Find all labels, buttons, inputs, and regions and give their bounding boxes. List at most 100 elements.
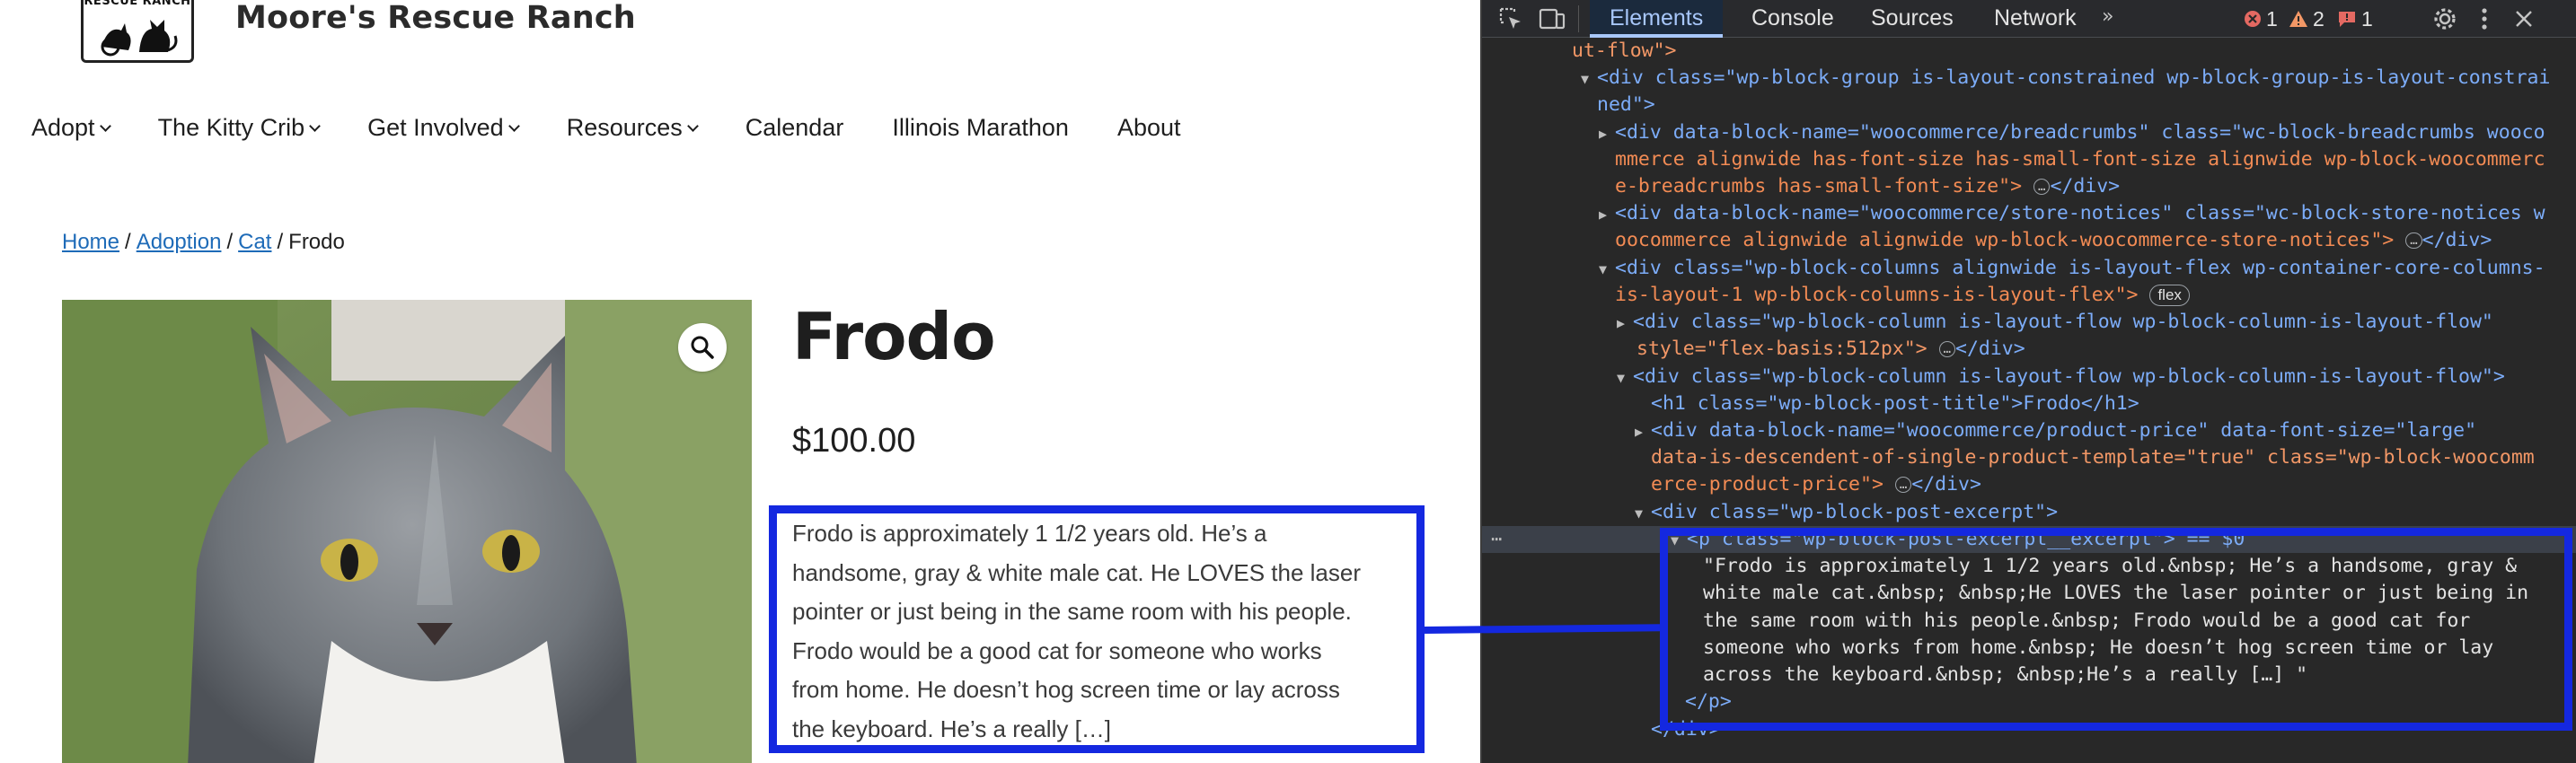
error-count: 1 (2266, 6, 2278, 31)
dom-line[interactable]: erce-product-price"> … </div> (1651, 471, 1981, 498)
dom-line[interactable]: ned"> (1597, 92, 1655, 118)
dom-line[interactable]: data-is-descendent-of-single-product-tem… (1651, 444, 2535, 471)
inspect-element-icon[interactable] (1495, 3, 1527, 35)
dom-line-text: <div class="wp-block-group is-layout-con… (1597, 66, 2551, 89)
devtools-toolbar: Elements Console Sources Network » 1 2 1 (1482, 0, 2576, 38)
dom-line[interactable]: is-layout-1 wp-block-columns-is-layout-f… (1615, 282, 2190, 309)
dom-line-text: <div class="wp-block-post-excerpt"> (1651, 501, 2059, 523)
dom-line-text: mmerce alignwide has-font-size has-small… (1615, 148, 2545, 171)
more-tabs-chevron-icon[interactable]: » (2102, 5, 2113, 28)
tab-console[interactable]: Console (1751, 0, 1834, 38)
tab-elements[interactable]: Elements (1590, 0, 1724, 38)
dom-line[interactable]: <h1 class="wp-block-post-title">Frodo</h… (1651, 390, 2139, 417)
dom-line[interactable]: style="flex-basis:512px"> … </div> (1636, 336, 2025, 363)
collapsed-children-badge[interactable]: … (1894, 477, 1912, 493)
magnifier-icon (691, 336, 714, 359)
nav-item-kitty-crib[interactable]: The Kitty Crib (157, 113, 321, 142)
warning-count: 2 (2313, 6, 2325, 31)
issues-icon (2337, 10, 2357, 28)
nav-item-resources[interactable]: Resources (566, 113, 699, 142)
nav-label: Get Involved (367, 113, 504, 141)
nav-item-adopt[interactable]: Adopt (31, 113, 111, 142)
expand-triangle-icon[interactable]: ▶ (1635, 418, 1651, 445)
site-logo[interactable]: RESCUE RANCH (81, 0, 194, 63)
chevron-down-icon (686, 119, 699, 132)
breadcrumb-separator: / (277, 230, 284, 254)
collapse-triangle-icon[interactable]: ▼ (1635, 500, 1651, 527)
nav-item-illinois-marathon[interactable]: Illinois Marathon (892, 114, 1069, 142)
settings-gear-icon[interactable] (2429, 3, 2461, 35)
collapsed-children-badge[interactable]: … (2033, 179, 2051, 195)
expand-triangle-icon[interactable]: ▶ (1617, 310, 1633, 337)
dom-line-text: is-layout-1 wp-block-columns-is-layout-f… (1615, 284, 2139, 306)
collapse-triangle-icon[interactable]: ▼ (1581, 66, 1597, 92)
collapse-triangle-icon[interactable]: ▼ (1617, 364, 1633, 391)
dom-line-text: <div class="wp-block-columns alignwide i… (1615, 257, 2545, 279)
warning-count-badge[interactable]: 2 (2289, 0, 2325, 38)
dom-line-text: <div data-block-name="woocommerce/breadc… (1615, 121, 2545, 144)
dom-line-text: erce-product-price"> (1651, 473, 1883, 496)
tab-network[interactable]: Network (1994, 0, 2077, 38)
site-title[interactable]: Moore's Rescue Ranch (235, 0, 636, 36)
dom-line[interactable]: mmerce alignwide has-font-size has-small… (1615, 146, 2545, 173)
product-image-cat[interactable] (62, 300, 752, 763)
dom-line[interactable]: ▼ <div class="wp-block-column is-layout-f… (1617, 364, 2505, 390)
row-actions-ellipsis-icon[interactable]: ⋯ (1491, 525, 1502, 552)
tab-sources[interactable]: Sources (1871, 0, 1954, 38)
dom-line[interactable]: e-breadcrumbs has-small-font-size"> … </d… (1615, 173, 2120, 200)
more-options-kebab-icon[interactable] (2468, 3, 2501, 35)
chevron-down-icon (309, 119, 321, 132)
dom-line-text: e-breadcrumbs has-small-font-size"> (1615, 175, 2023, 197)
product-title: Frodo (792, 299, 996, 374)
dom-line[interactable]: ▼ <div class="wp-block-post-excerpt"> (1635, 499, 2058, 526)
zoom-button[interactable] (678, 323, 727, 372)
product-price: $100.00 (792, 422, 916, 460)
dom-line[interactable]: oocommerce alignwide alignwide wp-block-… (1615, 227, 2492, 254)
nav-item-get-involved[interactable]: Get Involved (367, 113, 520, 142)
issues-count-badge[interactable]: 1 (2337, 0, 2373, 38)
breadcrumb-link-cat[interactable]: Cat (238, 230, 271, 254)
error-icon (2244, 10, 2262, 28)
cat-photo-illustration (62, 300, 752, 763)
close-devtools-icon[interactable] (2508, 3, 2540, 35)
dom-line[interactable]: ut-flow"> (1572, 38, 1677, 65)
warning-icon (2289, 10, 2308, 28)
dom-line[interactable]: ▶ <div data-block-name="woocommerce/bread… (1599, 119, 2545, 146)
dom-line[interactable]: ▼ <div class="wp-block-columns alignwide … (1599, 255, 2545, 282)
nav-label: Adopt (31, 113, 95, 141)
breadcrumb-link-home[interactable]: Home (62, 230, 119, 254)
error-count-badge[interactable]: 1 (2244, 0, 2278, 38)
expand-triangle-icon[interactable]: ▶ (1599, 120, 1615, 147)
highlight-box-dom-node (1660, 528, 2572, 731)
dom-line[interactable]: ▶ <div class="wp-block-column is-layout-f… (1617, 309, 2493, 336)
dom-line-text: style="flex-basis:512px"> (1636, 338, 1928, 360)
logo-text: RESCUE RANCH (84, 0, 191, 8)
highlight-box-excerpt (769, 505, 1425, 753)
breadcrumb-link-adoption[interactable]: Adoption (137, 230, 222, 254)
toolbar-divider (1578, 5, 1579, 32)
dom-line-text: oocommerce alignwide alignwide wp-block-… (1615, 229, 2395, 251)
dom-line[interactable]: ▶ <div data-block-name="woocommerce/store… (1599, 200, 2545, 227)
collapse-triangle-icon[interactable]: ▼ (1599, 256, 1615, 283)
device-toolbar-icon[interactable] (1536, 3, 1568, 35)
collapsed-children-badge[interactable]: … (1938, 341, 1955, 357)
breadcrumb-current: Frodo (288, 230, 345, 254)
nav-label: The Kitty Crib (157, 113, 305, 141)
nav-label: Resources (566, 113, 683, 141)
breadcrumb-separator: / (226, 230, 234, 254)
collapsed-children-badge[interactable]: … (2405, 232, 2422, 249)
dom-line-text: ut-flow"> (1572, 39, 1677, 62)
chevron-down-icon (507, 119, 520, 132)
dom-line-text: <div class="wp-block-column is-layout-fl… (1633, 365, 2505, 388)
issues-count: 1 (2361, 6, 2373, 31)
chevron-down-icon (99, 119, 111, 132)
dom-line-text: <div class="wp-block-column is-layout-fl… (1633, 311, 2493, 333)
dom-line-text: <h1 class="wp-block-post-title">Frodo</h… (1651, 392, 2139, 415)
flex-badge[interactable]: flex (2149, 285, 2190, 306)
dom-line[interactable]: ▼ <div class="wp-block-group is-layout-co… (1581, 65, 2550, 92)
dom-line[interactable]: ▶ <div data-block-name="woocommerce/produ… (1635, 417, 2476, 444)
dom-line-text: ned"> (1597, 93, 1655, 116)
nav-item-calendar[interactable]: Calendar (745, 114, 844, 142)
nav-item-about[interactable]: About (1117, 114, 1181, 142)
expand-triangle-icon[interactable]: ▶ (1599, 201, 1615, 228)
